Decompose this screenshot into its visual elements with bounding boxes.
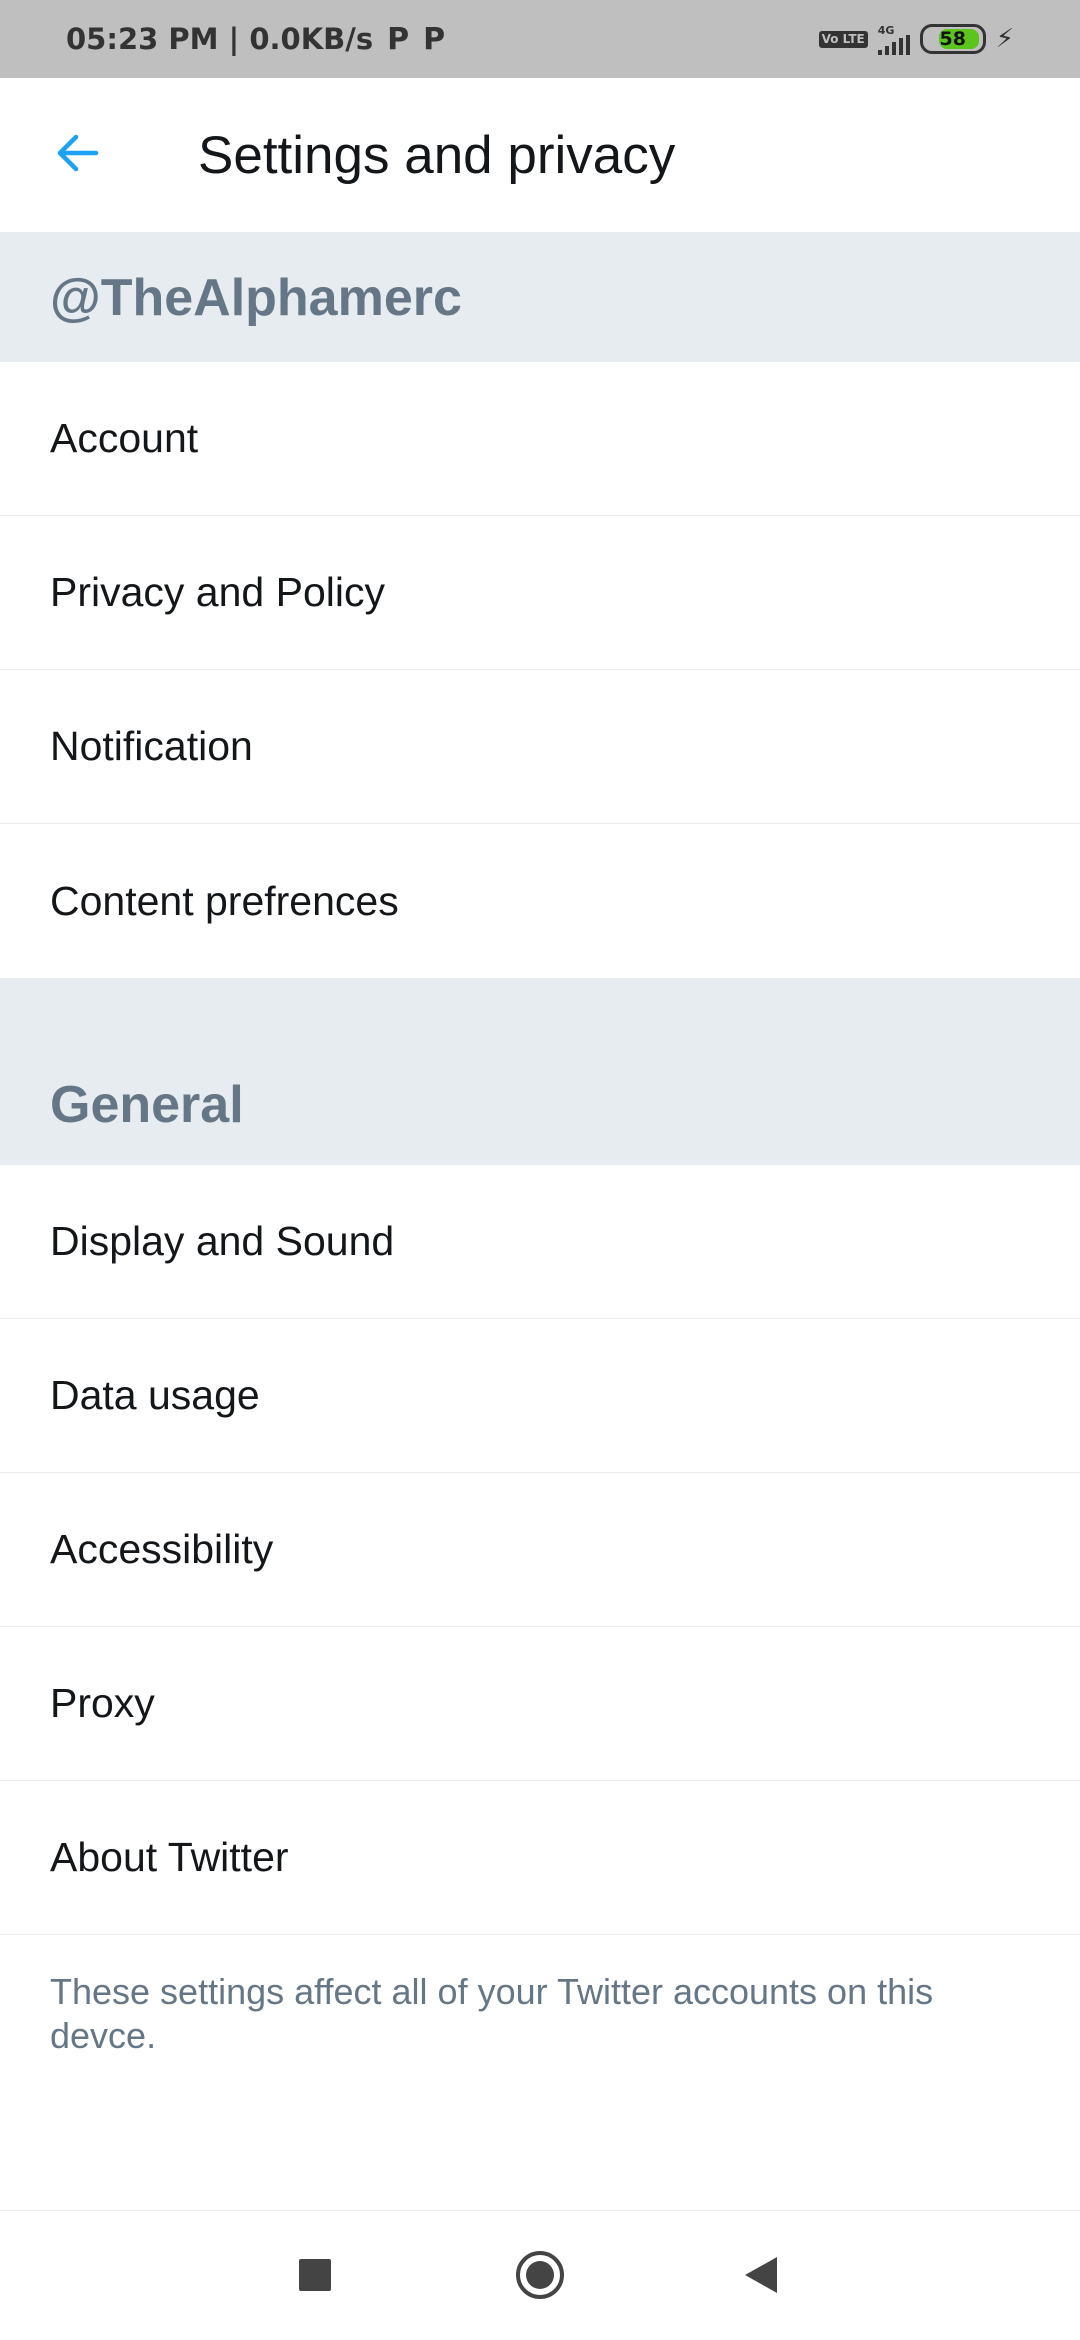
section-header-general: General xyxy=(0,978,1080,1165)
status-bar: 05:23 PM | 0.0KB/s PP Vo LTE 4G 58 ⚡ xyxy=(0,0,1080,78)
settings-item-notification[interactable]: Notification xyxy=(0,670,1080,824)
battery-level: 58 xyxy=(939,28,966,50)
network-type: 4G xyxy=(877,23,895,37)
settings-item-privacy[interactable]: Privacy and Policy xyxy=(0,516,1080,670)
recents-square-icon[interactable] xyxy=(299,2259,331,2291)
net-speed: | 0.0KB/s xyxy=(228,22,374,56)
back-triangle-icon[interactable] xyxy=(743,2255,779,2295)
signal-icon xyxy=(877,34,910,55)
charging-icon: ⚡ xyxy=(995,24,1014,54)
settings-item-display-sound[interactable]: Display and Sound xyxy=(0,1165,1080,1319)
settings-item-data-usage[interactable]: Data usage xyxy=(0,1319,1080,1473)
footer-note: These settings affect all of your Twitte… xyxy=(50,1971,934,2056)
navigation-bar xyxy=(0,2210,1080,2340)
parking-notification-icon: P xyxy=(423,21,446,57)
settings-item-accessibility[interactable]: Accessibility xyxy=(0,1473,1080,1627)
app-bar: Settings and privacy xyxy=(0,78,1080,232)
section-header-account: @TheAlphamerc xyxy=(0,232,1080,362)
settings-item-about[interactable]: About Twitter xyxy=(0,1781,1080,1935)
settings-item-account[interactable]: Account xyxy=(0,362,1080,516)
parking-notification-icon: P xyxy=(387,21,410,57)
battery-icon: 58 xyxy=(919,24,986,54)
volte-icon: Vo LTE xyxy=(818,30,868,48)
clock: 05:23 PM xyxy=(66,22,219,56)
settings-item-proxy[interactable]: Proxy xyxy=(0,1627,1080,1781)
settings-item-content-preferences[interactable]: Content prefrences xyxy=(0,824,1080,978)
back-arrow-icon[interactable] xyxy=(52,128,102,178)
page-title: Settings and privacy xyxy=(198,125,676,185)
home-circle-icon[interactable] xyxy=(514,2249,566,2301)
